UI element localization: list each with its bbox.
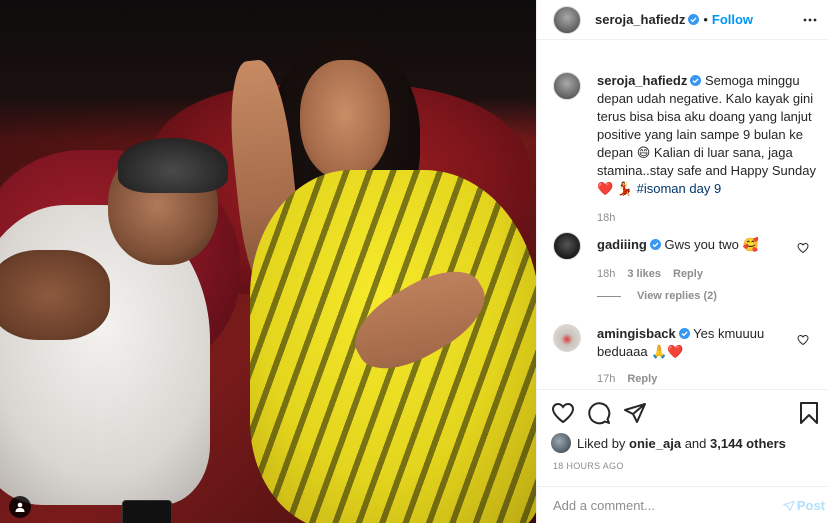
comment-reply-button[interactable]: Reply: [673, 268, 703, 280]
header-separator: •: [703, 12, 708, 27]
comment-icon[interactable]: [587, 401, 611, 425]
caption-time[interactable]: 18h: [597, 212, 615, 224]
user-tag-icon: [15, 502, 25, 512]
author-avatar[interactable]: [553, 5, 581, 34]
comments-list[interactable]: seroja_hafiedz Semoga minggu depan udah …: [537, 41, 828, 389]
post-comment-label: Post: [796, 498, 825, 513]
verified-icon: [649, 239, 661, 250]
share-icon[interactable]: [623, 401, 647, 425]
caption-avatar[interactable]: [553, 72, 581, 100]
comment-time[interactable]: 18h: [597, 268, 615, 280]
author-username[interactable]: seroja_hafiedz: [595, 12, 685, 27]
comment-meta: 17h Reply: [597, 373, 797, 385]
photo-man-arm: [0, 250, 110, 340]
verified-icon: [688, 14, 700, 25]
more-options-icon[interactable]: [803, 14, 817, 26]
comment-text: Gws you two 🥰: [664, 237, 759, 252]
share-icon: [782, 500, 795, 512]
caption-emoji: ❤️ 💃: [597, 181, 633, 196]
comment-text-block: amingisback Yes kmuuuu beduaaa 🙏❤️: [597, 325, 797, 361]
photo-phone: [122, 500, 172, 523]
likes-count[interactable]: 3,144 others: [710, 436, 786, 451]
caption-meta: 18h: [597, 212, 817, 224]
likes-summary: Liked by onie_aja and 3,144 others: [551, 433, 786, 453]
comment-username[interactable]: amingisback: [597, 326, 676, 341]
follow-button[interactable]: Follow: [712, 12, 753, 27]
comment-meta: 18h 3 likes Reply: [597, 268, 797, 280]
heart-icon[interactable]: [797, 334, 809, 346]
bookmark-icon[interactable]: [797, 401, 821, 425]
comment-avatar[interactable]: [553, 324, 581, 352]
post-actions: Liked by onie_aja and 3,144 others 18 HO…: [537, 389, 828, 523]
photo-man-hair: [118, 138, 228, 193]
post-header: seroja_hafiedz • Follow: [537, 0, 828, 40]
view-replies-row[interactable]: View replies (2): [597, 290, 717, 302]
comment-likes[interactable]: 3 likes: [627, 268, 661, 280]
comment-username[interactable]: gadiiing: [597, 237, 647, 252]
comment-text-block: gadiiing Gws you two 🥰: [597, 236, 797, 254]
comment-composer: Post: [537, 486, 828, 523]
photo-woman-face: [300, 60, 390, 180]
view-replies-button[interactable]: View replies (2): [637, 290, 717, 302]
view-replies-line: [597, 295, 621, 297]
hashtag-link[interactable]: #isoman day 9: [637, 181, 722, 196]
caption-text: Semoga minggu depan udah negative. Kalo …: [597, 73, 816, 178]
post-side-panel: seroja_hafiedz • Follow seroja_hafiedz S…: [536, 0, 828, 523]
liker-username[interactable]: onie_aja: [629, 436, 681, 451]
post-timestamp[interactable]: 18 HOURS AGO: [553, 461, 624, 471]
post-comment-button[interactable]: Post: [782, 498, 825, 513]
caption-username[interactable]: seroja_hafiedz: [597, 73, 687, 88]
user-tag-button[interactable]: [9, 496, 31, 518]
post-photo[interactable]: [0, 0, 536, 523]
liker-avatar[interactable]: [551, 433, 571, 453]
comment-input[interactable]: [553, 498, 773, 513]
comment-reply-button[interactable]: Reply: [627, 373, 657, 385]
verified-icon: [678, 328, 690, 339]
likes-prefix: Liked by: [577, 435, 626, 451]
heart-icon[interactable]: [551, 401, 575, 425]
heart-icon[interactable]: [797, 242, 809, 254]
comment-avatar[interactable]: [553, 232, 581, 260]
likes-joiner: and: [684, 435, 707, 451]
comment-time[interactable]: 17h: [597, 373, 615, 385]
verified-icon: [690, 75, 702, 86]
caption-text-block: seroja_hafiedz Semoga minggu depan udah …: [597, 72, 817, 198]
